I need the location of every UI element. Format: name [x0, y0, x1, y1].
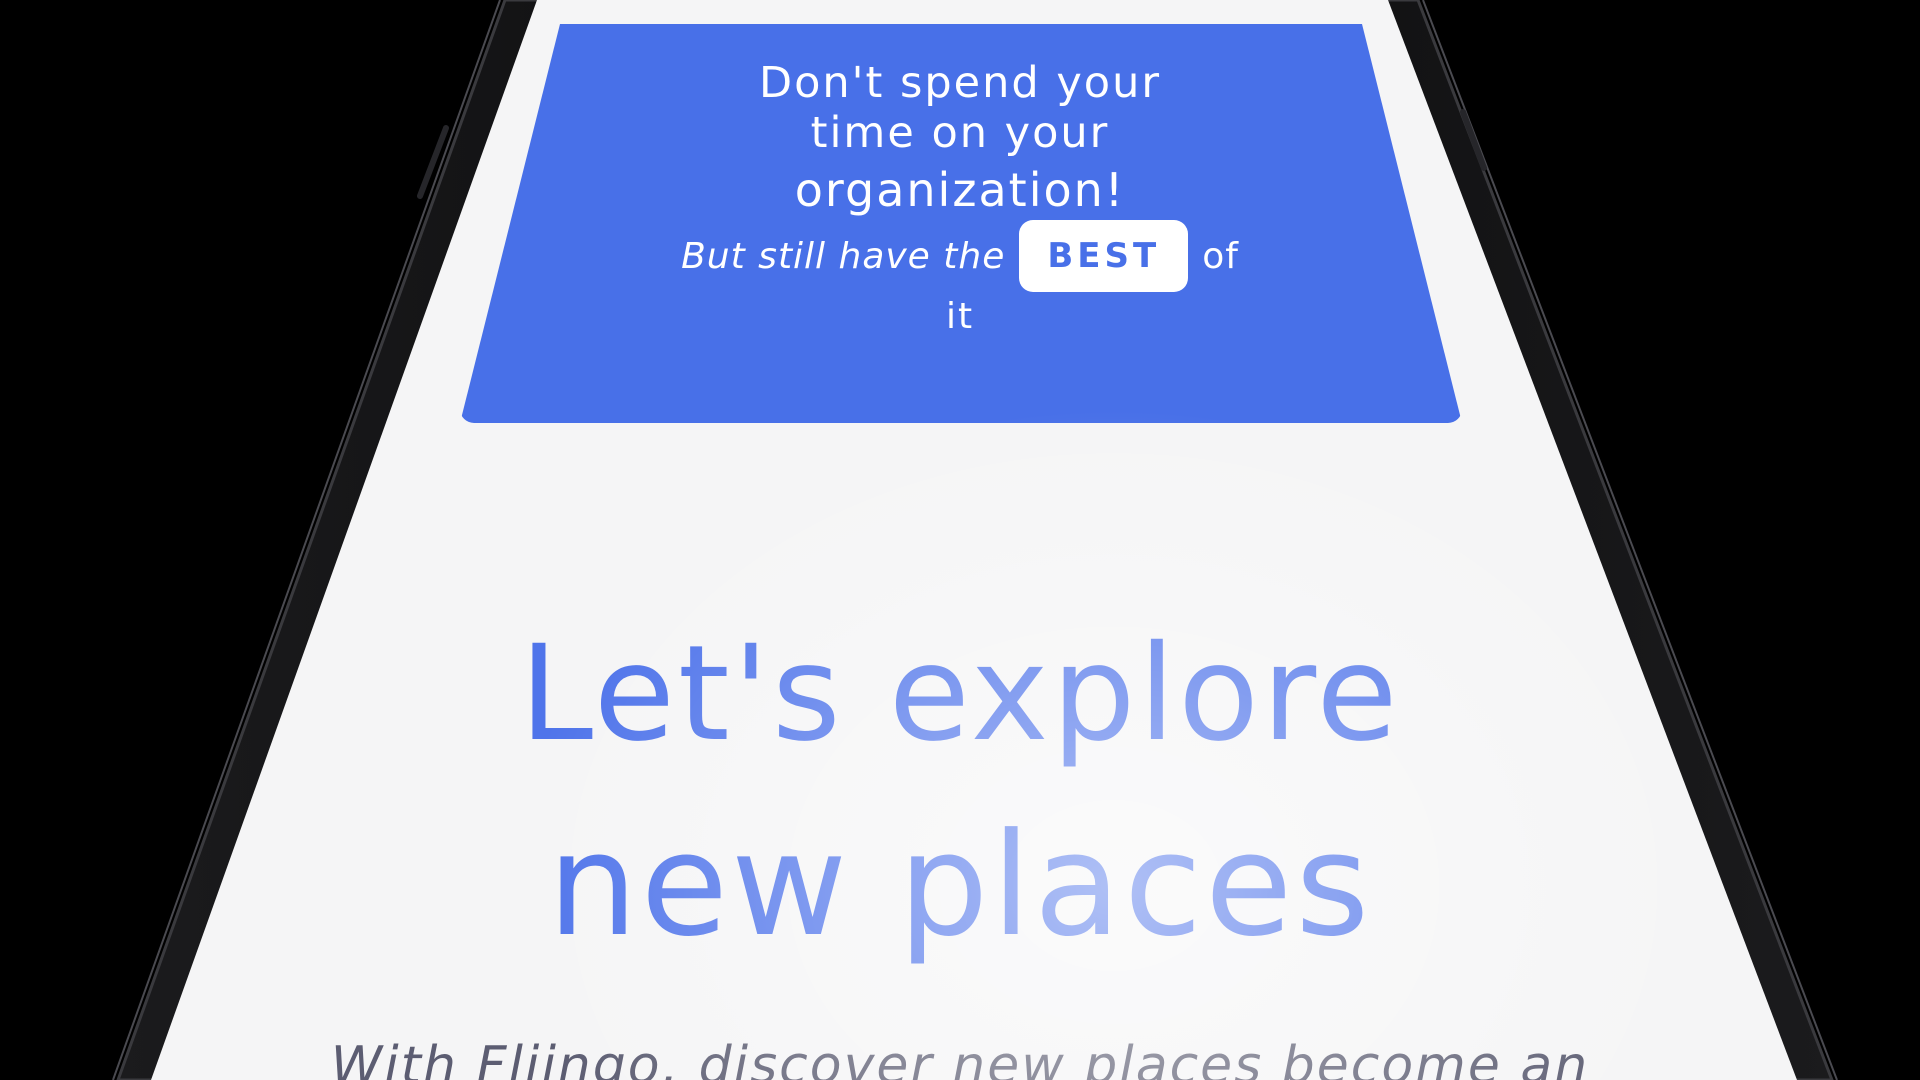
hero-heading-line-2: new places: [547, 803, 1373, 968]
hero-subtitle: With Flijngo, discover new places become…: [330, 1036, 1590, 1080]
banner-subtitle-text: But still have the: [681, 235, 1006, 277]
best-badge: BEST: [1019, 220, 1189, 292]
banner-subtitle-of: of: [1202, 235, 1239, 277]
device-mockup: Don't spend your time on your organizati…: [0, 0, 1920, 1080]
